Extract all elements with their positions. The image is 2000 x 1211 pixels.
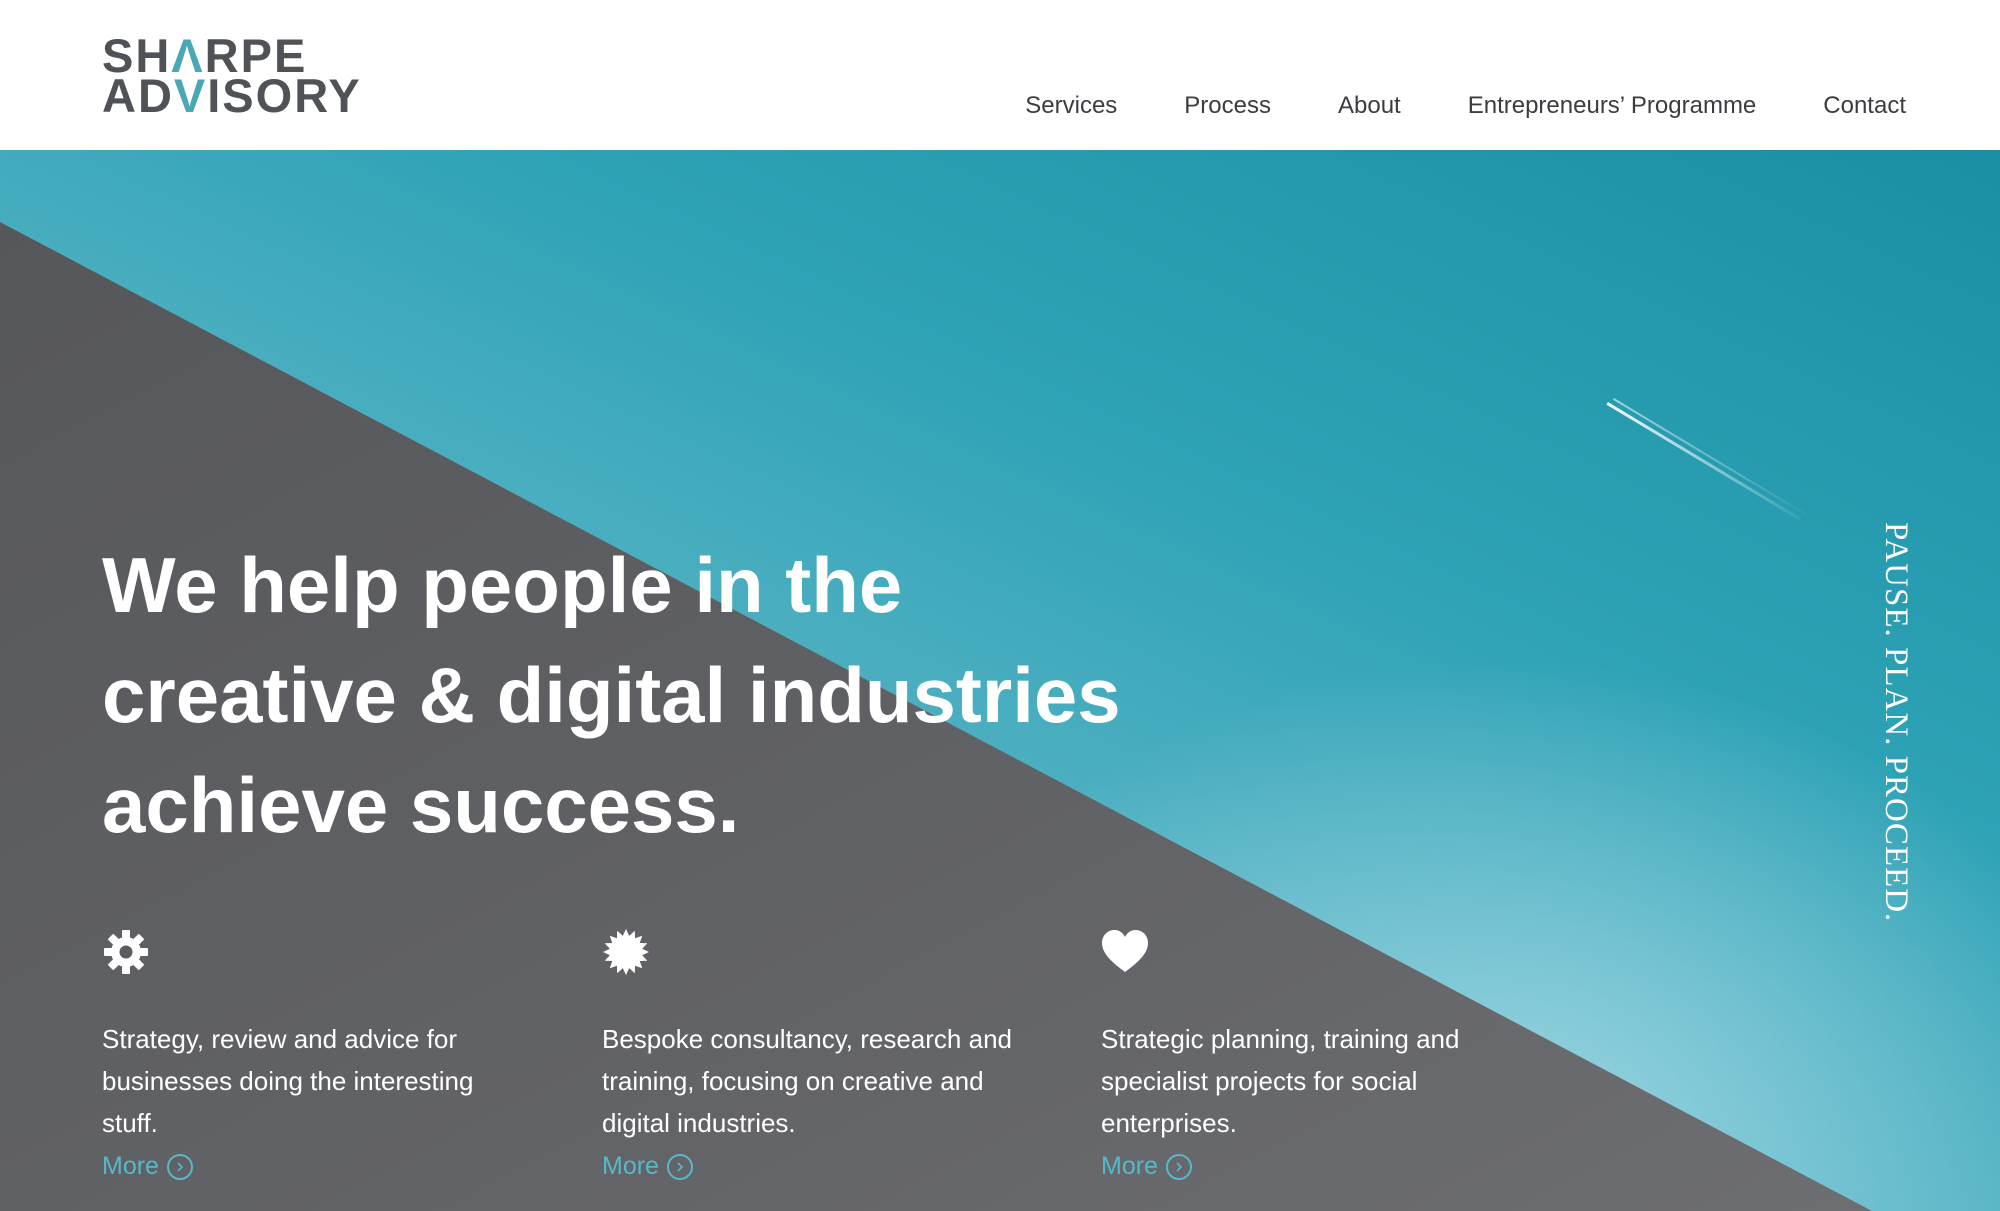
- logo-line-2: ADVISORY: [102, 72, 362, 119]
- nav-contact[interactable]: Contact: [1823, 92, 1906, 120]
- chevron-right-circle-icon: [166, 1153, 193, 1180]
- feature-social-enterprise: Strategic planning, training and special…: [1101, 928, 1531, 1181]
- gear-icon: [104, 930, 148, 974]
- feature-strategy: Strategy, review and advice for business…: [102, 928, 532, 1181]
- feature-description: Bespoke consultancy, research and traini…: [602, 1024, 1012, 1138]
- hero-headline: We help people in the creative & digital…: [102, 530, 1302, 860]
- logo-accent-v: V: [173, 69, 208, 122]
- more-link[interactable]: More: [1101, 1152, 1192, 1181]
- main-nav: Services Process About Entrepreneurs’ Pr…: [1025, 92, 1906, 120]
- more-link[interactable]: More: [102, 1152, 193, 1181]
- nav-entrepreneurs-programme[interactable]: Entrepreneurs’ Programme: [1468, 92, 1757, 120]
- vertical-tagline: PAUSE. PLAN. PROCEED.: [1878, 522, 1914, 923]
- feature-description: Strategy, review and advice for business…: [102, 1024, 474, 1138]
- nav-process[interactable]: Process: [1184, 92, 1271, 120]
- more-label: More: [102, 1152, 159, 1180]
- chevron-right-circle-icon: [666, 1153, 693, 1180]
- chevron-right-circle-icon: [1165, 1153, 1192, 1180]
- headline-line: creative & digital industries: [102, 651, 1121, 739]
- nav-services[interactable]: Services: [1025, 92, 1117, 120]
- more-label: More: [1101, 1152, 1158, 1180]
- logo-text: ISORY: [207, 69, 362, 122]
- headline-line: We help people in the: [102, 541, 903, 629]
- headline-line: achieve success.: [102, 761, 740, 849]
- more-label: More: [602, 1152, 659, 1180]
- sharpe-advisory-logo[interactable]: SHΛRPE ADVISORY: [102, 32, 362, 119]
- logo-text: AD: [102, 69, 174, 122]
- nav-about[interactable]: About: [1338, 92, 1401, 120]
- feature-description: Strategic planning, training and special…: [1101, 1024, 1460, 1138]
- more-link[interactable]: More: [602, 1152, 693, 1181]
- heart-icon: [1102, 930, 1148, 972]
- feature-consultancy: Bespoke consultancy, research and traini…: [602, 928, 1032, 1181]
- site-header: SHΛRPE ADVISORY Services Process About E…: [0, 0, 2000, 150]
- starburst-icon: [603, 929, 649, 975]
